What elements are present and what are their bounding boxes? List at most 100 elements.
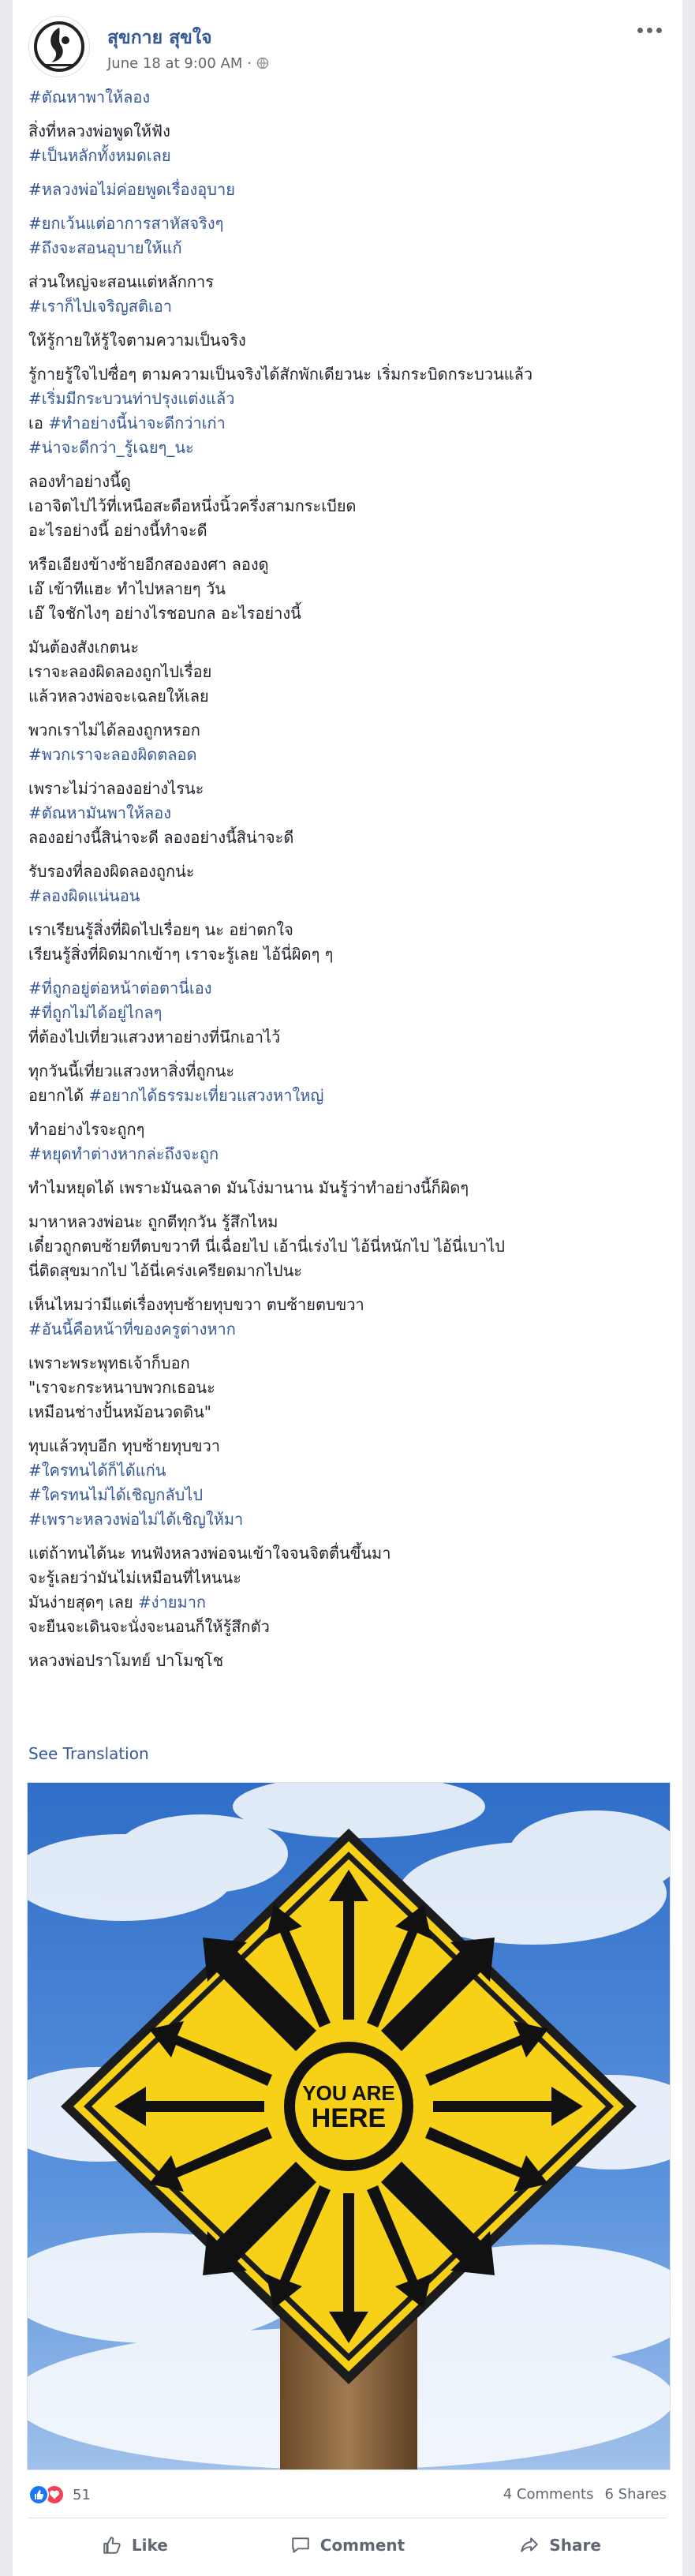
share-label: Share (549, 2536, 601, 2555)
post-paragraph: ทำอย่างไรจะถูกๆ #หยุดทำต่างหากล่ะถึงจะถูก (28, 1118, 667, 1166)
hashtag-link[interactable]: #ทำอย่างนี้น่าจะดีกว่าเก่า (48, 414, 226, 432)
post-line: เรียนรู้สิ่งที่ผิดมากเข้าๆ เราจะรู้เลย ไ… (28, 945, 334, 964)
page-avatar[interactable] (28, 16, 90, 77)
post-paragraph: มันต้องสังเกตนะเราจะลองผิดลองถูกไปเรื่อย… (28, 635, 667, 709)
hashtag-link[interactable]: #ใครทนได้ก็ได้แก่น (28, 1458, 667, 1483)
post-line: รู้กายรู้ใจไปซื่อๆ ตามความเป็นจริงได้สัก… (28, 365, 533, 384)
post-paragraph: เห็นไหมว่ามีแต่เรื่องทุบซ้ายทุบขวา ตบซ้า… (28, 1293, 667, 1342)
hashtag-link[interactable]: #หยุดทำต่างหากล่ะถึงจะถูก (28, 1142, 667, 1166)
post-paragraph: ทุบแล้วทุบอีก ทุบซ้ายทุบขวา #ใครทนได้ก็ได… (28, 1434, 667, 1532)
post-paragraph: สิ่งที่หลวงพ่อพูดให้ฟัง #เป็นหลักทั้งหมดเ… (28, 119, 667, 168)
post-paragraph: หลวงพ่อปราโมทย์ ปาโมชฺโช (28, 1649, 667, 1673)
hashtag-link[interactable]: #เราก็ไปเจริญสติเอา (28, 294, 667, 319)
post-paragraph: หรือเอียงข้างซ้ายอีกสององศา ลองดู เอ๊ เข้… (28, 552, 667, 626)
more-options-button[interactable] (632, 19, 667, 41)
post-line: เดี๋ยวถูกตบซ้ายทีตบขวาที นี่เฉื่อยไป เอ้… (28, 1237, 505, 1256)
shares-count-link[interactable]: 6 Shares (605, 2486, 667, 2503)
post-line: จะรู้เลยว่ามันไม่เหมือนที่ไหนนะ (28, 1568, 241, 1587)
post-line: พวกเราไม่ได้ลองถูกหรอก (28, 721, 200, 739)
post-line: แต่ถ้าทนได้นะ ทนฟังหลวงพ่อจนเข้าใจจนจิตต… (28, 1544, 391, 1563)
post-paragraph: รับรองที่ลองผิดลองถูกน่ะ #ลองผิดแน่นอน (28, 859, 667, 908)
thumbs-up-icon (103, 2537, 121, 2554)
post-line: ทุบแล้วทุบอีก ทุบซ้ายทุบขวา (28, 1436, 221, 1455)
post-line: เราเรียนรู้สิ่งที่ผิดไปเรื่อยๆ นะ อย่าตก… (28, 920, 293, 939)
post-paragraph: ทำไมหยุดได้ เพราะมันฉลาด มันโง่มานาน มัน… (28, 1176, 667, 1200)
post-paragraph: รู้กายรู้ใจไปซื่อๆ ตามความเป็นจริงได้สัก… (28, 362, 667, 460)
like-label: Like (131, 2536, 168, 2555)
post-line: แล้วหลวงพ่อจะเฉลยให้เลย (28, 687, 209, 706)
hashtag-link[interactable]: #ถึงจะสอนอุบายให้แก้ (28, 236, 667, 260)
post-paragraph: ทุกวันนี้เที่ยวแสวงหาสิ่งที่ถูกนะอยากได้… (28, 1059, 667, 1108)
post-line: ส่วนใหญ่จะสอนแต่หลักการ (28, 272, 214, 291)
hashtag-link[interactable]: #ที่ถูกอยู่ต่อหน้าต่อตานี่เอง (28, 976, 667, 1001)
share-icon (521, 2537, 539, 2552)
hashtag-link[interactable]: #น่าจะดีกว่า_รู้เฉยๆ_นะ (28, 436, 667, 460)
post-paragraph: ลองทำอย่างนี้ดู เอาจิตไปไว้ที่เหนือสะดือห… (28, 470, 667, 543)
more-dot (656, 27, 662, 33)
post-line: จะยืนจะเดินจะนั่งจะนอนก็ให้รู้สึกตัว (28, 1617, 270, 1636)
post-line-with-hashtag: มันง่ายสุดๆ เลย #ง่ายมาก (28, 1590, 667, 1615)
sign-text-here: HERE (312, 2103, 386, 2133)
post-line: มาหาหลวงพ่อนะ ถูกตีทุกวัน รู้สึกไหม (28, 1212, 278, 1231)
page-name-link[interactable]: สุขกาย สุขใจ (107, 24, 212, 52)
post-line: ให้รู้กายให้รู้ใจตามความเป็นจริง (28, 331, 246, 350)
post-line: ทำอย่างไรจะถูกๆ (28, 1120, 145, 1139)
post-line: ทำไมหยุดได้ เพราะมันฉลาด มันโง่มานาน มัน… (28, 1178, 469, 1197)
post-timestamp[interactable]: June 18 at 9:00 AM (107, 55, 242, 72)
post-line: ทุกวันนี้เที่ยวแสวงหาสิ่งที่ถูกนะ (28, 1061, 235, 1080)
hashtag-link[interactable]: #เริ่มมีกระบวนท่าปรุงแต่งแล้ว (28, 387, 667, 411)
post-line: หลวงพ่อปราโมทย์ ปาโมชฺโช (28, 1651, 224, 1670)
reaction-count[interactable]: 51 (73, 2487, 91, 2503)
hashtag-link[interactable]: #เพราะหลวงพ่อไม่ได้เชิญให้มา (28, 1507, 667, 1532)
hashtag-link[interactable]: #ตัณหาพาให้ลอง (28, 85, 667, 110)
post-photo[interactable]: YOU ARE HERE (27, 1782, 671, 2470)
post-meta: June 18 at 9:00 AM · (107, 55, 269, 72)
post-paragraph: เพราะพระพุทธเจ้าก็บอก "เราจะกระหนาบพวกเธอ… (28, 1351, 667, 1425)
see-translation-link[interactable]: See Translation (28, 1744, 149, 1763)
post-line: สิ่งที่หลวงพ่อพูดให้ฟัง (28, 122, 170, 140)
more-dot (646, 27, 652, 33)
meta-separator: · (247, 55, 252, 72)
post-line: ที่ต้องไปเที่ยวแสวงหาอย่างที่นึกเอาไว้ (28, 1028, 281, 1046)
share-button[interactable]: Share (454, 2522, 667, 2568)
post-line: นี่ติดสุขมากไป ไอ้นี่เคร่งเครียดมากไปนะ (28, 1261, 302, 1280)
hashtag-link[interactable]: #อันนี้คือหน้าที่ของครูต่างหาก (28, 1317, 667, 1342)
comment-icon (292, 2537, 309, 2553)
post-line: รับรองที่ลองผิดลองถูกน่ะ (28, 862, 195, 881)
sign-text-you-are: YOU ARE (302, 2081, 395, 2105)
like-button[interactable]: Like (28, 2522, 241, 2568)
hashtag-link[interactable]: #ง่ายมาก (138, 1593, 206, 1612)
post-header: สุขกาย สุขใจ June 18 at 9:00 AM · (28, 16, 667, 79)
post-line: "เราจะกระหนาบพวกเธอนะ (28, 1378, 215, 1397)
post-card: สุขกาย สุขใจ June 18 at 9:00 AM · #ตัณหาพ… (13, 0, 682, 2576)
post-line: เราจะลองผิดลองถูกไปเรื่อย (28, 662, 212, 681)
hashtag-link[interactable]: #อยากได้ธรรมะเที่ยวแสวงหาใหญ่ (88, 1086, 323, 1105)
hashtag-link[interactable]: #ตัณหามันพาให้ลอง (28, 801, 667, 826)
post-paragraph: #ตัณหาพาให้ลอง (28, 85, 667, 110)
post-line: มันต้องสังเกตนะ (28, 638, 139, 657)
post-line: ลองอย่างนี้สิน่าจะดี ลองอย่างนี้สิน่าจะด… (28, 828, 294, 847)
hashtag-link[interactable]: #ลองผิดแน่นอน (28, 884, 667, 908)
reactions-summary[interactable]: 51 (28, 2484, 91, 2505)
like-reaction-icon (28, 2484, 49, 2505)
hashtag-link[interactable]: #หลวงพ่อไม่ค่อยพูดเรื่องอุบาย (28, 178, 667, 202)
hashtag-link[interactable]: #ยกเว้นแต่อาการสาหัสจริงๆ (28, 212, 667, 236)
post-paragraph: แต่ถ้าทนได้นะ ทนฟังหลวงพ่อจนเข้าใจจนจิตต… (28, 1541, 667, 1639)
hashtag-link[interactable]: #ที่ถูกไม่ได้อยู่ไกลๆ (28, 1001, 667, 1025)
post-paragraph: #หลวงพ่อไม่ค่อยพูดเรื่องอุบาย (28, 178, 667, 202)
comments-count-link[interactable]: 4 Comments (503, 2486, 594, 2503)
globe-icon[interactable] (256, 57, 269, 69)
hashtag-link[interactable]: #เป็นหลักทั้งหมดเลย (28, 144, 667, 168)
hashtag-link[interactable]: #ใครทนไม่ได้เชิญกลับไป (28, 1483, 667, 1507)
post-paragraph: เราเรียนรู้สิ่งที่ผิดไปเรื่อยๆ นะ อย่าตก… (28, 918, 667, 967)
post-line-text: อยากได้ (28, 1086, 89, 1105)
page-logo-icon (34, 21, 84, 72)
post-line: เอาจิตไปไว้ที่เหนือสะดือหนึ่งนิ้วครึ่งสา… (28, 496, 357, 515)
comment-button[interactable]: Comment (241, 2522, 454, 2568)
post-line: เพราะพระพุทธเจ้าก็บอก (28, 1354, 190, 1372)
post-line: เอ๊ เข้าทีแฮะ ทำไปหลายๆ วัน (28, 579, 226, 598)
post-line-text: เอ (28, 414, 49, 432)
post-text: #ตัณหาพาให้ลองสิ่งที่หลวงพ่อพูดให้ฟัง #เป… (28, 85, 667, 1683)
post-paragraph: ให้รู้กายให้รู้ใจตามความเป็นจริง (28, 328, 667, 353)
hashtag-link[interactable]: #พวกเราจะลองผิดตลอด (28, 743, 667, 767)
